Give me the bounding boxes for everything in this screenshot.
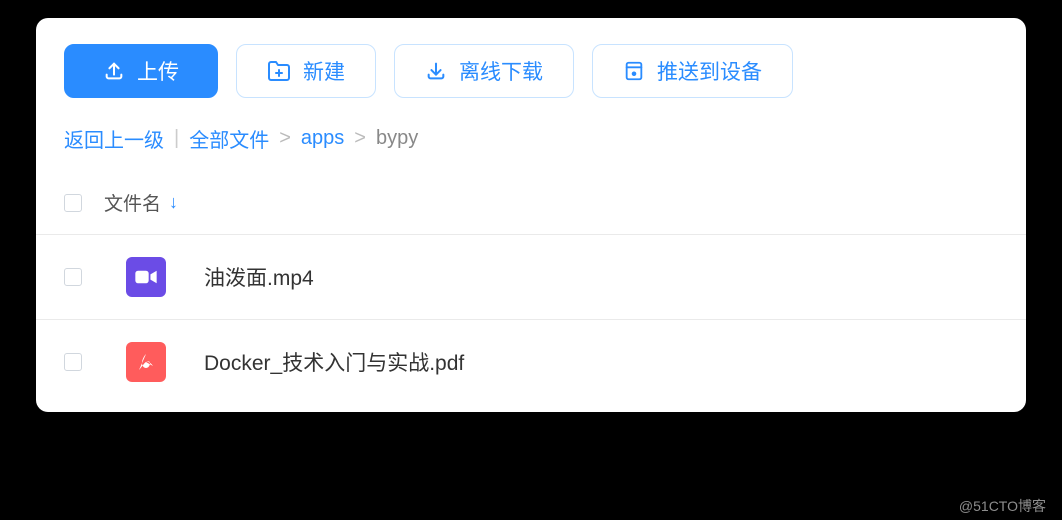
breadcrumb-divider: | bbox=[174, 127, 179, 150]
offline-download-button[interactable]: 离线下载 bbox=[394, 44, 574, 98]
upload-icon bbox=[103, 60, 125, 82]
offline-download-label: 离线下载 bbox=[459, 56, 543, 86]
toolbar: 上传 新建 离线下载 推送到设备 bbox=[36, 18, 1026, 110]
breadcrumb-root[interactable]: 全部文件 bbox=[189, 124, 269, 153]
video-file-icon bbox=[126, 257, 166, 297]
row-checkbox[interactable] bbox=[64, 353, 82, 371]
new-label: 新建 bbox=[303, 56, 345, 86]
chevron-icon: > bbox=[279, 127, 291, 150]
breadcrumb-back[interactable]: 返回上一级 bbox=[64, 124, 164, 153]
watermark: @51CTO博客 bbox=[959, 496, 1046, 516]
sort-arrow-icon: ↓ bbox=[169, 192, 178, 213]
folder-plus-icon bbox=[267, 59, 291, 83]
row-checkbox[interactable] bbox=[64, 268, 82, 286]
chevron-icon: > bbox=[354, 127, 366, 150]
upload-button[interactable]: 上传 bbox=[64, 44, 218, 98]
file-name: Docker_技术入门与实战.pdf bbox=[204, 347, 464, 377]
table-row[interactable]: Docker_技术入门与实战.pdf bbox=[36, 320, 1026, 412]
download-icon bbox=[425, 60, 447, 82]
column-name-header[interactable]: 文件名 ↓ bbox=[104, 189, 178, 216]
breadcrumb-current: bypy bbox=[376, 127, 418, 150]
push-device-label: 推送到设备 bbox=[657, 56, 762, 86]
breadcrumb: 返回上一级 | 全部文件 > apps > bypy bbox=[36, 110, 1026, 171]
file-panel: 上传 新建 离线下载 推送到设备 返回上一级 | 全部文件 > apps > b… bbox=[36, 18, 1026, 412]
push-device-button[interactable]: 推送到设备 bbox=[592, 44, 793, 98]
breadcrumb-segment[interactable]: apps bbox=[301, 127, 344, 150]
table-header: 文件名 ↓ bbox=[36, 171, 1026, 235]
column-name-label: 文件名 bbox=[104, 189, 161, 216]
table-row[interactable]: 油泼面.mp4 bbox=[36, 235, 1026, 320]
device-icon bbox=[623, 60, 645, 82]
file-name: 油泼面.mp4 bbox=[204, 262, 314, 292]
new-button[interactable]: 新建 bbox=[236, 44, 376, 98]
upload-label: 上传 bbox=[137, 56, 179, 86]
pdf-file-icon bbox=[126, 342, 166, 382]
select-all-checkbox[interactable] bbox=[64, 194, 82, 212]
